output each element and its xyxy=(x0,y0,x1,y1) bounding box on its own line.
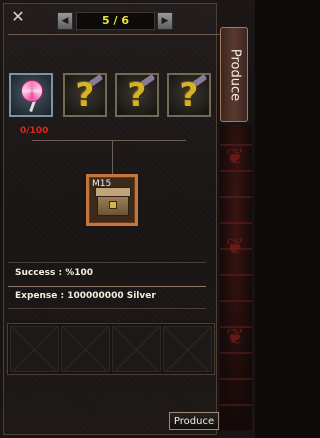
ornament-icon: ❦ xyxy=(226,235,245,260)
decorative-side-strip: ❦ ❦ ❦ xyxy=(220,125,252,430)
expense-cost: Expense : 100000000 Silver xyxy=(15,291,156,301)
next-page-button[interactable]: ▶ xyxy=(157,12,173,30)
output-slots xyxy=(7,323,215,375)
question-mark-icon: ? xyxy=(179,76,199,114)
page-indicator: 5 / 6 xyxy=(76,12,155,30)
ornament-icon: ❦ xyxy=(226,325,245,350)
recipe-connector-main xyxy=(112,140,113,174)
prev-page-button[interactable]: ◀ xyxy=(57,12,73,30)
ornament-icon: ❦ xyxy=(226,145,245,170)
side-tab-label: Produce xyxy=(227,48,243,102)
question-mark-icon: ? xyxy=(75,76,95,114)
close-icon[interactable]: ✕ xyxy=(10,9,26,25)
question-mark-icon: ? xyxy=(127,76,147,114)
output-slot[interactable] xyxy=(163,326,212,372)
section-divider xyxy=(8,262,206,263)
info-divider xyxy=(8,286,206,287)
produce-side-tab[interactable]: Produce xyxy=(220,27,248,122)
header-divider xyxy=(8,34,220,35)
material-slot-unknown[interactable]: ? xyxy=(167,73,211,117)
output-slot[interactable] xyxy=(112,326,161,372)
material-count: 0/100 xyxy=(20,126,49,136)
output-slot[interactable] xyxy=(10,326,59,372)
recipe-connector xyxy=(32,140,186,141)
material-slot-unknown[interactable]: ? xyxy=(115,73,159,117)
produce-window: ✕ ◀ 5 / 6 ▶ ? ? ? 0/100 M15 Success: %1… xyxy=(0,0,255,438)
section-divider xyxy=(8,308,206,309)
result-item-slot[interactable]: M15 xyxy=(86,174,138,226)
produce-button[interactable]: Produce xyxy=(169,412,219,430)
material-slot-unknown[interactable]: ? xyxy=(63,73,107,117)
material-slot-lollipop[interactable] xyxy=(9,73,53,117)
output-slot[interactable] xyxy=(61,326,110,372)
success-rate: Success : %100 xyxy=(15,268,94,278)
result-item-label: M15 xyxy=(92,179,112,189)
